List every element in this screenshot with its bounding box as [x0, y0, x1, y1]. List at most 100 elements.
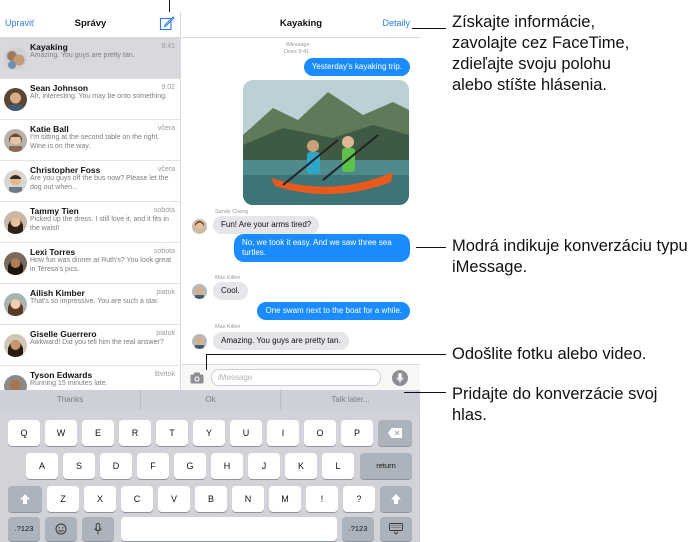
space-bar[interactable] — [121, 517, 337, 541]
key-m[interactable]: M — [269, 486, 301, 512]
key-n[interactable]: N — [232, 486, 264, 512]
dictation-key[interactable] — [82, 517, 114, 541]
shift-key-left[interactable] — [8, 486, 42, 512]
microphone-icon — [396, 373, 404, 383]
key-d[interactable]: D — [100, 453, 132, 479]
key-s[interactable]: S — [63, 453, 95, 479]
conversation-preview: How fun was dinner at Ruth's? You look g… — [30, 257, 172, 273]
compose-icon[interactable] — [159, 15, 175, 31]
conversation-preview: Amazing. You guys are pretty tan. — [30, 52, 135, 59]
conversation-time: piatok — [156, 289, 175, 296]
key-g[interactable]: G — [174, 453, 206, 479]
compose-callout-line — [169, 0, 170, 12]
conversation-row[interactable]: Christopher Foss včera Are you guys off … — [0, 161, 181, 202]
shift-icon — [391, 494, 401, 504]
key-e[interactable]: E — [82, 420, 114, 446]
details-callout-line — [412, 28, 446, 29]
message-bubble-incoming: Fun! Are your arms tired? — [213, 216, 320, 234]
key-l[interactable]: L — [322, 453, 354, 479]
contact-avatar — [4, 211, 27, 234]
microphone-button[interactable] — [392, 370, 408, 386]
conversation-time: piatok — [156, 330, 175, 337]
conversation-row[interactable]: Ailish Kimber piatok That's so impressiv… — [0, 284, 181, 325]
key-q[interactable]: Q — [8, 420, 40, 446]
emoji-key[interactable] — [45, 517, 77, 541]
conversation-time: včera — [157, 125, 175, 132]
conversation-preview: That's so impressive. You are such a sta… — [30, 298, 159, 305]
message-bubble-incoming: Amazing. You guys are pretty tan. — [213, 332, 349, 350]
kayaking-photo[interactable] — [243, 80, 409, 205]
key-o[interactable]: O — [304, 420, 336, 446]
message-input-bar — [182, 364, 420, 390]
camera-icon[interactable] — [190, 372, 204, 384]
conversation-time: štvrtok — [154, 371, 175, 378]
ipad-screen: Upraviť Správy Kayaking 9:41 Amazing. Yo… — [0, 12, 420, 542]
conversation-list-pane: Upraviť Správy Kayaking 9:41 Amazing. Yo… — [0, 12, 181, 407]
conversation-time: 9:02 — [161, 84, 175, 91]
conversation-row[interactable]: Sean Johnson 9:02 Ah, interesting. You m… — [0, 79, 181, 120]
key-z[interactable]: Z — [47, 486, 79, 512]
camera-callout-line — [206, 354, 446, 355]
conversation-preview: Picked up the dress. I still love it, an… — [30, 216, 169, 232]
prediction-3[interactable]: Talk later... — [280, 390, 420, 410]
conversation-row[interactable]: Katie Ball včera I'm sitting at the seco… — [0, 120, 181, 161]
chat-header: Kayaking Detaily — [182, 12, 420, 38]
key-k[interactable]: K — [285, 453, 317, 479]
conversation-row[interactable]: Kayaking 9:41 Amazing. You guys are pret… — [0, 38, 181, 79]
service-label: iMessage — [286, 42, 310, 48]
conversation-preview: Awkward! Did you tell him the real answe… — [30, 339, 164, 346]
numbers-key-left[interactable]: .?123 — [8, 517, 40, 541]
message-input[interactable] — [211, 369, 381, 386]
contact-avatar — [4, 129, 27, 152]
conversation-time: sobota — [153, 207, 175, 214]
conversation-name: Lexi Torres — [30, 247, 76, 257]
key-i[interactable]: I — [267, 420, 299, 446]
key-h[interactable]: H — [211, 453, 243, 479]
conversation-row[interactable]: Giselle Guerrero piatok Awkward! Did you… — [0, 325, 181, 366]
list-header: Upraviť Správy — [0, 12, 181, 38]
microphone-icon — [94, 523, 102, 535]
conversation-time: sobota — [153, 248, 175, 255]
shift-key-right[interactable] — [380, 486, 412, 512]
sender-name: Max Killen — [215, 275, 241, 281]
key-t[interactable]: T — [156, 420, 188, 446]
key-v[interactable]: V — [158, 486, 190, 512]
key-y[interactable]: Y — [193, 420, 225, 446]
message-bubble-outgoing: Yesterday's kayaking trip. — [303, 58, 410, 76]
key-f[interactable]: F — [137, 453, 169, 479]
key-question[interactable]: ? — [343, 486, 375, 512]
conversation-name: Sean Johnson — [30, 83, 89, 93]
key-exclamation[interactable]: ! — [306, 486, 338, 512]
key-a[interactable]: A — [26, 453, 58, 479]
conversation-name: Tyson Edwards — [30, 370, 93, 380]
key-w[interactable]: W — [45, 420, 77, 446]
callout-details: Získajte informácie, zavolajte cez FaceT… — [452, 13, 630, 94]
emoji-icon — [55, 523, 67, 535]
key-u[interactable]: U — [230, 420, 262, 446]
contact-avatar — [4, 170, 27, 193]
prediction-1[interactable]: Thanks — [0, 390, 140, 410]
mic-callout-line — [404, 392, 446, 393]
conversation-row[interactable]: Tammy Tien sobota Picked up the dress. I… — [0, 202, 181, 243]
list-title: Správy — [74, 18, 107, 29]
key-b[interactable]: B — [195, 486, 227, 512]
numbers-key-right[interactable]: .?123 — [342, 517, 374, 541]
keyboard: Thanks Ok Talk later... Q W E R T Y U I … — [0, 390, 420, 542]
conversation-preview: Ah, interesting. You may be onto somethi… — [30, 93, 167, 100]
conversation-row[interactable]: Lexi Torres sobota How fun was dinner at… — [0, 243, 181, 284]
key-j[interactable]: J — [248, 453, 280, 479]
camera-callout-drop — [206, 354, 207, 370]
delete-key[interactable] — [378, 420, 412, 446]
key-p[interactable]: P — [341, 420, 373, 446]
key-r[interactable]: R — [119, 420, 151, 446]
prediction-2[interactable]: Ok — [140, 390, 280, 410]
return-key[interactable]: return — [360, 453, 412, 479]
shift-icon — [20, 494, 30, 504]
key-x[interactable]: X — [84, 486, 116, 512]
contact-avatar — [4, 88, 27, 111]
sender-name: Max Killen — [215, 324, 241, 330]
hide-keyboard-key[interactable] — [380, 517, 412, 541]
conversation-name: Christopher Foss — [30, 165, 101, 175]
details-button[interactable]: Detaily — [382, 18, 410, 28]
key-c[interactable]: C — [121, 486, 153, 512]
